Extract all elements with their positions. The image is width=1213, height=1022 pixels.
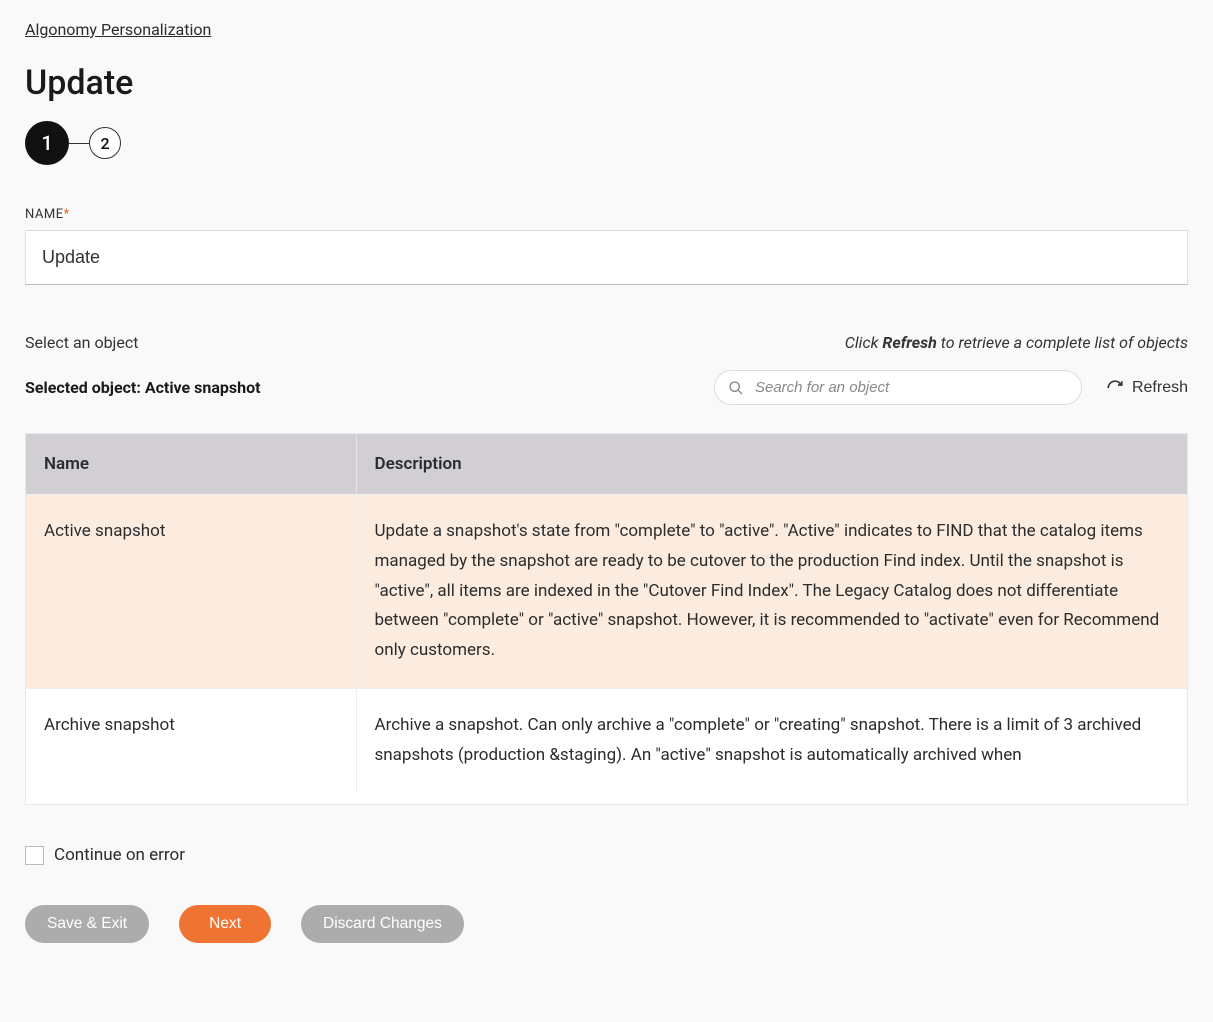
continue-on-error-label: Continue on error <box>54 845 185 865</box>
refresh-button[interactable]: Refresh <box>1106 379 1188 397</box>
selected-object: Selected object: Active snapshot <box>25 378 261 397</box>
step-1[interactable]: 1 <box>25 121 69 165</box>
cell-name: Archive snapshot <box>26 688 356 792</box>
cell-name: Active snapshot <box>26 495 356 689</box>
next-button[interactable]: Next <box>179 905 271 943</box>
name-input[interactable] <box>25 230 1188 285</box>
breadcrumb[interactable]: Algonomy Personalization <box>25 20 211 39</box>
search-icon <box>728 380 744 396</box>
page-title: Update <box>25 63 1188 103</box>
stepper: 1 2 <box>25 121 1188 165</box>
table-row[interactable]: Archive snapshotArchive a snapshot. Can … <box>26 688 1187 792</box>
table-scroll[interactable]: Name Description Active snapshotUpdate a… <box>26 434 1187 804</box>
name-label: NAME* <box>25 207 1188 222</box>
continue-on-error-checkbox[interactable] <box>25 846 44 865</box>
step-connector <box>69 143 89 144</box>
column-header-description[interactable]: Description <box>356 434 1187 495</box>
column-header-name[interactable]: Name <box>26 434 356 495</box>
selected-value: Active snapshot <box>145 378 261 397</box>
cell-description: Update a snapshot's state from "complete… <box>356 495 1187 689</box>
search-wrap <box>714 370 1082 405</box>
hint-suffix: to retrieve a complete list of objects <box>937 333 1188 352</box>
hint-prefix: Click <box>845 333 883 352</box>
objects-table: Name Description Active snapshotUpdate a… <box>25 433 1188 805</box>
discard-changes-button[interactable]: Discard Changes <box>301 905 464 943</box>
refresh-label: Refresh <box>1132 379 1188 397</box>
step-2[interactable]: 2 <box>89 127 121 159</box>
selected-prefix: Selected object: <box>25 378 145 397</box>
hint-strong: Refresh <box>882 333 936 352</box>
search-input[interactable] <box>714 370 1082 405</box>
name-field: NAME* <box>25 207 1188 285</box>
table-row[interactable]: Active snapshotUpdate a snapshot's state… <box>26 495 1187 689</box>
refresh-hint: Click Refresh to retrieve a complete lis… <box>845 333 1188 352</box>
required-asterisk: * <box>64 207 70 222</box>
select-object-label: Select an object <box>25 333 138 352</box>
name-label-text: NAME <box>25 207 64 222</box>
save-exit-button[interactable]: Save & Exit <box>25 905 149 943</box>
refresh-icon <box>1106 379 1124 397</box>
cell-description: Archive a snapshot. Can only archive a "… <box>356 688 1187 792</box>
